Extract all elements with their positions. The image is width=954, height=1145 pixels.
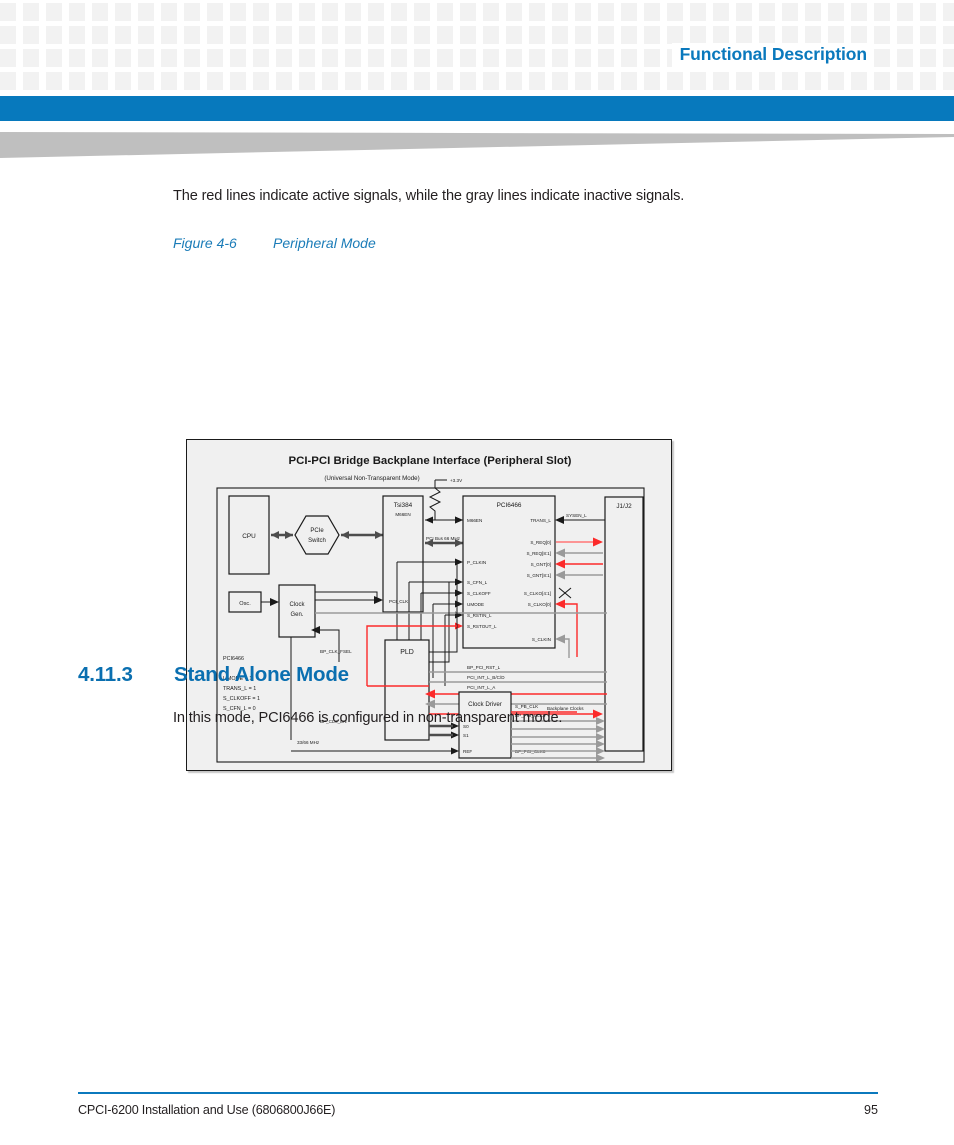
footer-page-number: 95 bbox=[863, 1103, 878, 1117]
page-header-title: Functional Description bbox=[671, 43, 872, 67]
arrow-cpu-in bbox=[271, 531, 279, 539]
label-s-cfn-l: S_CFN_L bbox=[467, 580, 488, 585]
legend-device: PCI6466 bbox=[223, 656, 244, 662]
section-paragraph: In this mode, PCI6466 is configured in n… bbox=[173, 710, 563, 726]
intro-paragraph: The red lines indicate active signals, w… bbox=[173, 188, 685, 204]
figure-caption: Figure 4-6 Peripheral Mode bbox=[173, 235, 376, 251]
arrow-s-clko0 bbox=[555, 599, 565, 609]
label-s-rstin-l: S_RSTIN_L bbox=[467, 613, 492, 618]
label-pci-int-l-a: PCI_INT_L_A bbox=[467, 685, 496, 690]
label-voltage: +3.3V bbox=[450, 478, 463, 483]
arrow-s-req81 bbox=[555, 548, 565, 558]
block-pcie-switch-label-1: PCIe bbox=[310, 528, 324, 534]
label-ref: REF bbox=[463, 749, 472, 754]
header-blue-bar bbox=[0, 96, 954, 121]
wire-pld-b bbox=[429, 582, 450, 663]
page-header: Functional Description bbox=[0, 0, 954, 93]
label-s-gnt0: S_GNT[0] bbox=[531, 562, 551, 567]
block-pld-label: PLD bbox=[400, 649, 414, 656]
figure-number: Figure 4-6 bbox=[173, 235, 237, 251]
label-pci-clk: PCI_CLK bbox=[389, 599, 409, 604]
arrow-s-gnt0 bbox=[555, 559, 565, 569]
block-osc-label: Osc. bbox=[239, 601, 251, 607]
block-pci6466-label: PCI6466 bbox=[497, 502, 522, 509]
label-p-clkin: P_CLKIN bbox=[467, 560, 486, 565]
wire-clkgen-tsi-a bbox=[315, 591, 378, 600]
footer-rule bbox=[78, 1092, 878, 1094]
label-m66en-pci: M66EN bbox=[467, 518, 482, 523]
section-title: Stand Alone Mode bbox=[174, 663, 349, 686]
label-s-clkin: S_CLKIN bbox=[532, 637, 551, 642]
figure-title: Peripheral Mode bbox=[273, 235, 376, 251]
header-grid-row bbox=[0, 26, 954, 44]
arrow-pcie-in bbox=[285, 531, 293, 539]
arrow-s-clkin bbox=[555, 634, 565, 644]
diagram-title: PCI-PCI Bridge Backplane Interface (Peri… bbox=[289, 455, 572, 467]
label-bp-pci-rst-l: BP_PCI_RST_L bbox=[467, 665, 501, 670]
label-m66en-tsi: M66EN bbox=[395, 512, 410, 517]
label-trans-l: TRANS_L bbox=[530, 518, 551, 523]
arrow-s-req0 bbox=[593, 537, 603, 547]
pci6466-input-arrows bbox=[455, 516, 463, 619]
label-s-req0: S_REQ[0] bbox=[530, 540, 551, 545]
block-tsi384-label: Tsi384 bbox=[394, 502, 413, 509]
block-j1j2 bbox=[604, 496, 644, 752]
block-j1j2-label: J1/J2 bbox=[616, 503, 632, 510]
arrow-s-gnt81 bbox=[555, 570, 565, 580]
wire-bpclkfsel bbox=[315, 629, 340, 662]
label-pci-int-l-bcd: PCI_INT_L_B/C/D bbox=[467, 675, 505, 680]
label-s1: S1 bbox=[463, 733, 469, 738]
header-grid-row bbox=[0, 72, 954, 90]
arrow-tsi-in bbox=[375, 531, 383, 539]
header-grid-row bbox=[0, 3, 954, 21]
arrow-pci-int-a bbox=[593, 709, 603, 719]
label-s-rstout-l: S_RSTOUT_L bbox=[467, 624, 497, 629]
label-freq-note: 33/66 MHz bbox=[297, 740, 320, 745]
block-clock-driver-label: Clock Driver bbox=[468, 701, 502, 708]
block-pcie-switch bbox=[294, 515, 340, 555]
arrow-osc-clkgen bbox=[270, 598, 279, 606]
label-s-req81: S_REQ[8:1] bbox=[526, 551, 551, 556]
arrow-m66en-tsi bbox=[425, 516, 433, 524]
label-sysen-l: SYSEN_L bbox=[566, 513, 587, 518]
label-bp-clk-fsel: BP_CLK_FSEL bbox=[320, 649, 352, 654]
no-connect-x-icon bbox=[558, 587, 572, 599]
block-clock-gen-label-2: Gen. bbox=[290, 612, 303, 618]
label-s-clkoff: S_CLKOFF bbox=[467, 591, 491, 596]
label-pci-bus: PCI Bus 66 MHz bbox=[426, 536, 461, 541]
arrow-sysen bbox=[555, 516, 564, 524]
block-cpu-label: CPU bbox=[242, 533, 256, 540]
block-clock-gen bbox=[278, 584, 316, 638]
label-s-clko0: S_CLKO[0] bbox=[528, 602, 551, 607]
footer-document-title: CPCI-6200 Installation and Use (6806800J… bbox=[78, 1103, 336, 1117]
label-s-clko41: S_CLKO[4:1] bbox=[524, 591, 551, 596]
block-pcie-switch-label-2: Switch bbox=[308, 538, 326, 544]
block-clock-gen-label-1: Clock bbox=[289, 602, 305, 608]
arrow-pcie-out bbox=[341, 531, 349, 539]
label-s-gnt81: S_GNT[8:1] bbox=[527, 573, 551, 578]
legend-line-3: S_CLKOFF = 1 bbox=[223, 696, 260, 702]
section-heading: 4.11.3 Stand Alone Mode bbox=[78, 663, 349, 687]
section-number: 4.11.3 bbox=[78, 663, 133, 686]
label-umode: UMODE bbox=[467, 602, 484, 607]
header-gray-swoosh bbox=[0, 132, 954, 158]
arrow-clkgen-tsi bbox=[374, 596, 383, 604]
diagram-subtitle: (Universal Non-Transparent Mode) bbox=[324, 475, 419, 482]
